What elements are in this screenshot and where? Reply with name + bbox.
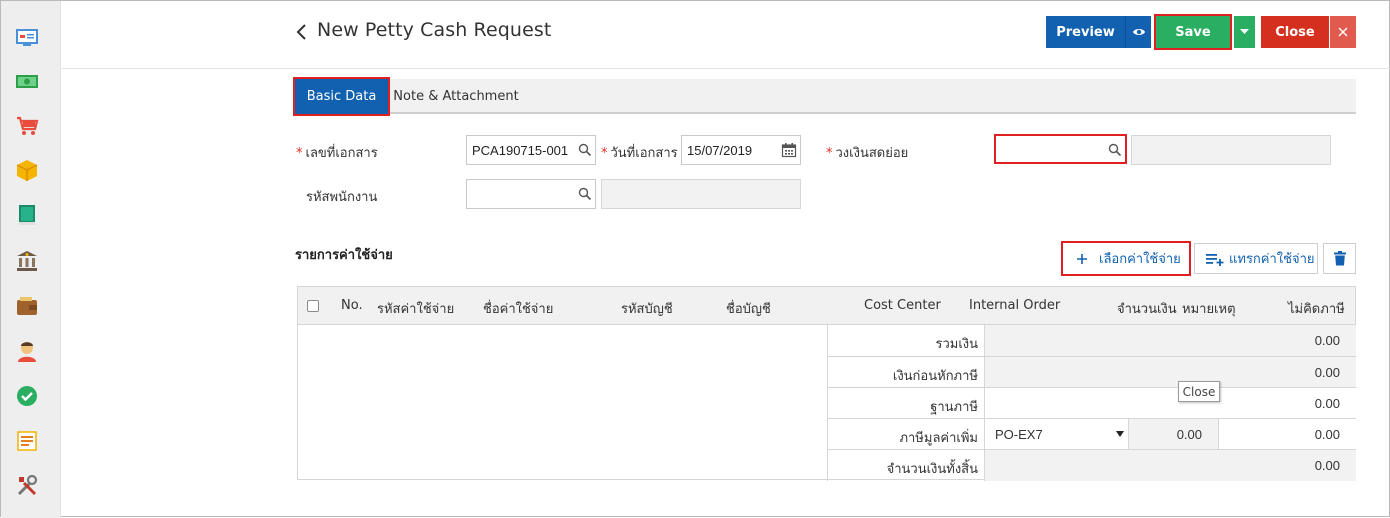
summary-row-grand: จำนวนเงินทั้งสิ้น 0.00	[827, 449, 1356, 481]
col-no-tax: ไม่คิดภาษี	[1288, 302, 1345, 317]
required-marker: *	[826, 146, 833, 161]
col-account-name: ชื่อบัญชี	[726, 302, 771, 317]
taxbase-label: ฐานภาษี	[827, 388, 985, 419]
summary-row-vat: ภาษีมูลค่าเพิ่ม PO-EX7 0.00 0.00	[827, 418, 1356, 450]
wallet-icon[interactable]	[15, 294, 39, 318]
tab-note-attachment[interactable]: Note & Attachment	[388, 79, 524, 114]
close-button[interactable]: Close	[1261, 16, 1329, 48]
col-expense-code: รหัสค่าใช้จ่าย	[377, 302, 455, 317]
insert-expense-button[interactable]: แทรกค่าใช้จ่าย	[1194, 243, 1318, 274]
total-label: รวมเงิน	[827, 325, 985, 356]
col-amount: จำนวนเงิน	[1117, 302, 1177, 317]
search-icon[interactable]	[578, 143, 592, 157]
pretax-label: เงินก่อนหักภาษี	[827, 357, 985, 388]
calendar-icon[interactable]	[781, 142, 797, 158]
grand-total-label: จำนวนเงินทั้งสิ้น	[827, 450, 985, 481]
grand-total-cell: 0.00	[985, 450, 1356, 481]
expense-table-header: No. รหัสค่าใช้จ่าย ชื่อค่าใช้จ่าย รหัสบั…	[297, 286, 1356, 325]
save-button[interactable]: Save	[1154, 14, 1232, 50]
bank-icon[interactable]	[15, 249, 39, 273]
select-all-checkbox[interactable]	[307, 300, 319, 312]
plus-icon	[1077, 253, 1087, 264]
employee-name-field	[601, 179, 801, 209]
doc-no-label: * เลขที่เอกสาร	[296, 142, 378, 163]
search-icon[interactable]	[1108, 143, 1122, 157]
cash-icon[interactable]	[15, 69, 39, 93]
box-icon[interactable]	[15, 158, 39, 182]
caret-down-icon	[1116, 431, 1124, 437]
col-cost-center: Cost Center	[864, 298, 941, 313]
trash-icon	[1333, 251, 1346, 266]
vat-rate-cell: 0.00	[1129, 419, 1219, 450]
back-arrow-icon[interactable]	[295, 23, 309, 41]
search-icon[interactable]	[578, 187, 592, 201]
required-marker: *	[601, 146, 608, 161]
page-title: New Petty Cash Request	[317, 19, 552, 41]
col-internal-order: Internal Order	[969, 298, 1061, 313]
total-value: 0.00	[1314, 333, 1340, 348]
doc-no-field[interactable]: PCA190715-001	[466, 135, 596, 165]
required-marker: *	[296, 146, 303, 161]
summary-row-pretax: เงินก่อนหักภาษี 0.00	[827, 356, 1356, 388]
doc-date-label-text: วันที่เอกสาร	[610, 146, 678, 161]
vat-rate-value: 0.00	[1176, 427, 1202, 442]
grand-total-value: 0.00	[1314, 458, 1340, 473]
col-no: No.	[341, 298, 363, 313]
petty-fund-name-field	[1131, 135, 1331, 165]
dashboard-icon[interactable]	[15, 25, 39, 49]
pretax-cell: 0.00	[985, 357, 1356, 388]
list-add-icon	[1206, 253, 1224, 266]
doc-date-label: * วันที่เอกสาร	[601, 142, 678, 163]
col-expense-name: ชื่อค่าใช้จ่าย	[483, 302, 554, 317]
app-window: New Petty Cash Request Preview Save Clos…	[0, 0, 1390, 518]
doc-no-value: PCA190715-001	[472, 143, 569, 158]
doc-no-label-text: เลขที่เอกสาร	[305, 146, 378, 161]
col-remark: หมายเหตุ	[1182, 302, 1236, 317]
vat-label: ภาษีมูลค่าเพิ่ม	[827, 419, 985, 450]
save-dropdown-button[interactable]	[1234, 16, 1255, 48]
petty-fund-label-text: วงเงินสดย่อย	[835, 146, 909, 161]
caret-down-icon	[1240, 29, 1249, 34]
close-icon	[1338, 27, 1348, 37]
col-account-code: รหัสบัญชี	[621, 302, 673, 317]
vat-amount-value: 0.00	[1314, 427, 1340, 442]
total-cell: 0.00	[985, 325, 1356, 356]
select-expense-button[interactable]: เลือกค่าใช้จ่าย	[1061, 241, 1191, 276]
preview-eye-button[interactable]	[1125, 16, 1151, 48]
cart-icon[interactable]	[15, 114, 39, 138]
close-x-button[interactable]	[1330, 16, 1356, 48]
insert-expense-label: แทรกค่าใช้จ่าย	[1229, 252, 1315, 267]
eye-icon	[1132, 29, 1145, 35]
delete-expense-button[interactable]	[1323, 243, 1356, 274]
book-icon[interactable]	[15, 203, 39, 227]
pretax-value: 0.00	[1314, 365, 1340, 380]
doc-date-value: 15/07/2019	[687, 143, 753, 158]
select-expense-label: เลือกค่าใช้จ่าย	[1099, 252, 1181, 267]
summary-block: รวมเงิน 0.00 เงินก่อนหักภาษี 0.00 ฐานภาษ…	[1, 325, 1390, 481]
vat-code-select[interactable]: PO-EX7	[985, 419, 1129, 450]
vat-amount-cell[interactable]: 0.00	[1219, 419, 1356, 450]
employee-label: รหัสพนักงาน	[306, 190, 378, 205]
vat-code-value: PO-EX7	[995, 427, 1043, 442]
summary-row-total: รวมเงิน 0.00	[827, 325, 1356, 356]
preview-button[interactable]: Preview	[1046, 16, 1125, 48]
summary-row-taxbase: ฐานภาษี 0.00	[827, 387, 1356, 419]
employee-code-field[interactable]	[466, 179, 596, 209]
expenses-section-title: รายการค่าใช้จ่าย	[295, 248, 393, 263]
close-tooltip: Close	[1178, 381, 1220, 402]
petty-fund-label: * วงเงินสดย่อย	[826, 142, 908, 163]
taxbase-cell[interactable]: 0.00	[985, 388, 1356, 419]
taxbase-value: 0.00	[1314, 396, 1340, 411]
tab-basic-data[interactable]: Basic Data	[293, 77, 390, 116]
